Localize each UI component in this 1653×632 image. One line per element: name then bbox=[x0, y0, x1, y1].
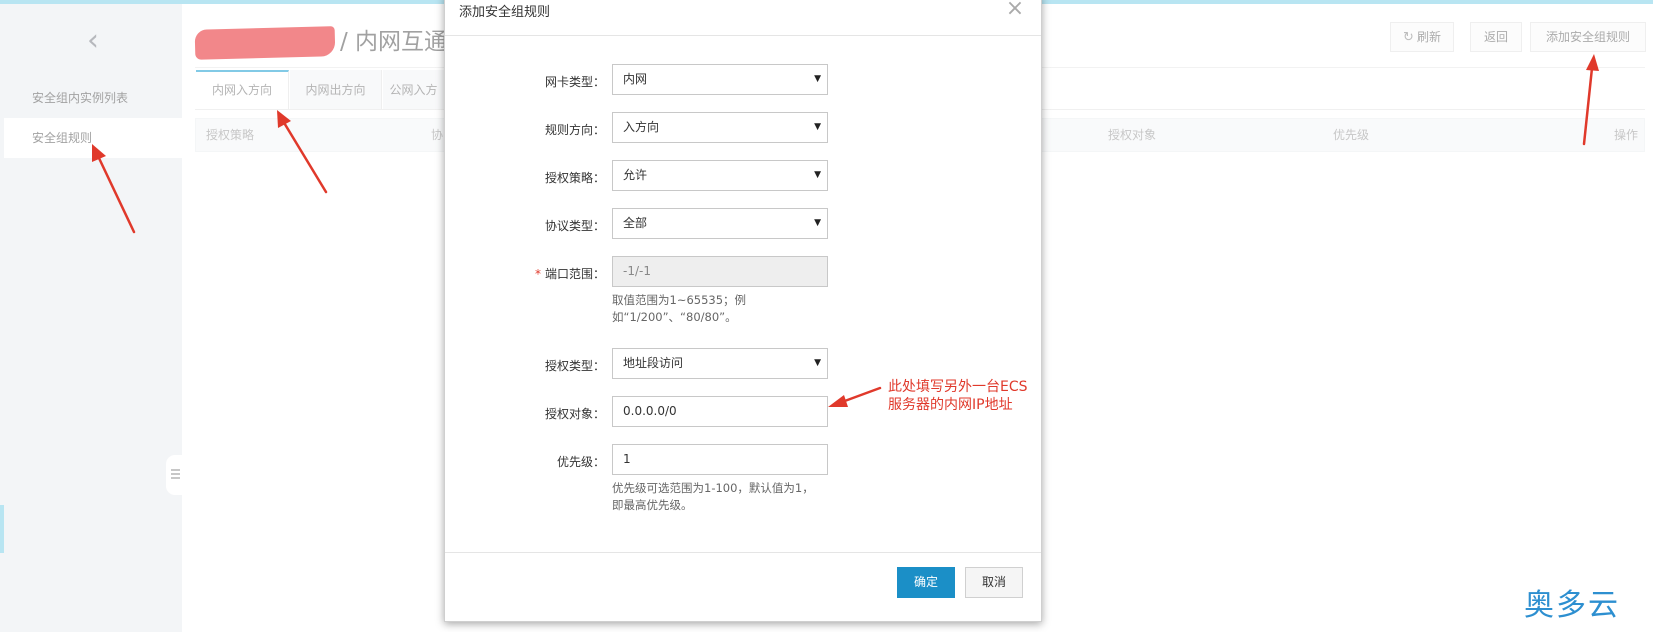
priority-input[interactable]: 1 bbox=[612, 444, 828, 475]
annotation-note: 此处填写另外一台ECS 服务器的内网IP地址 bbox=[888, 378, 1048, 414]
port-range-value: -1/-1 bbox=[623, 264, 651, 278]
auth-type-value: 地址段访问 bbox=[623, 356, 684, 370]
priority-label: 优先级： bbox=[556, 455, 605, 469]
port-range-label-text: 端口范围： bbox=[544, 267, 605, 281]
watermark-logo: 奥多云 bbox=[1524, 588, 1620, 623]
auth-object-value: 0.0.0.0/0 bbox=[623, 404, 677, 418]
caret-down-icon: ▼ bbox=[814, 74, 821, 84]
auth-type-label: 授权类型： bbox=[544, 359, 605, 373]
dialog-header-divider bbox=[445, 35, 1041, 36]
direction-label: 规则方向： bbox=[544, 123, 605, 137]
port-range-help-line: 取值范围为1~65535；例 bbox=[612, 293, 747, 307]
dialog-footer-divider bbox=[445, 552, 1041, 553]
nic-type-value: 内网 bbox=[623, 72, 648, 86]
caret-down-icon: ▼ bbox=[814, 218, 821, 228]
port-range-label: * 端口范围： bbox=[515, 265, 605, 282]
port-range-help-line: 如“1/200”、“80/80”。 bbox=[612, 310, 737, 324]
priority-help: 优先级可选范围为1-100，默认值为1， 即最高优先级。 bbox=[612, 480, 842, 514]
nic-type-select[interactable]: 内网 ▼ bbox=[612, 64, 828, 95]
policy-label: 授权策略： bbox=[544, 171, 605, 185]
auth-type-select[interactable]: 地址段访问 ▼ bbox=[612, 348, 828, 379]
priority-help-line: 即最高优先级。 bbox=[612, 498, 693, 512]
port-range-input: -1/-1 bbox=[612, 256, 828, 287]
port-range-help: 取值范围为1~65535；例 如“1/200”、“80/80”。 bbox=[612, 292, 842, 326]
annotation-line: 服务器的内网IP地址 bbox=[888, 397, 1013, 413]
required-mark: * bbox=[534, 267, 541, 281]
protocol-select[interactable]: 全部 ▼ bbox=[612, 208, 828, 239]
cancel-button[interactable]: 取消 bbox=[965, 567, 1023, 598]
close-icon[interactable]: × bbox=[1003, 0, 1027, 23]
auth-object-input[interactable]: 0.0.0.0/0 bbox=[612, 396, 828, 427]
annotation-line: 此处填写另外一台ECS bbox=[888, 379, 1028, 395]
caret-down-icon: ▼ bbox=[814, 170, 821, 180]
direction-value: 入方向 bbox=[623, 120, 660, 134]
dialog-title: 添加安全组规则 bbox=[459, 5, 551, 20]
nic-type-label: 网卡类型： bbox=[544, 75, 605, 89]
caret-down-icon: ▼ bbox=[814, 122, 821, 132]
caret-down-icon: ▼ bbox=[814, 358, 821, 368]
priority-help-line: 优先级可选范围为1-100，默认值为1， bbox=[612, 481, 814, 495]
protocol-label: 协议类型： bbox=[544, 219, 605, 233]
priority-value: 1 bbox=[623, 452, 631, 466]
policy-select[interactable]: 允许 ▼ bbox=[612, 160, 828, 191]
protocol-value: 全部 bbox=[623, 216, 648, 230]
auth-object-label: 授权对象： bbox=[544, 407, 605, 421]
add-rule-dialog: 添加安全组规则 × 网卡类型： 内网 ▼ 规则方向： 入方向 ▼ 授权策略： 允… bbox=[444, 0, 1042, 622]
policy-value: 允许 bbox=[623, 168, 648, 182]
confirm-button[interactable]: 确定 bbox=[897, 567, 955, 598]
direction-select[interactable]: 入方向 ▼ bbox=[612, 112, 828, 143]
